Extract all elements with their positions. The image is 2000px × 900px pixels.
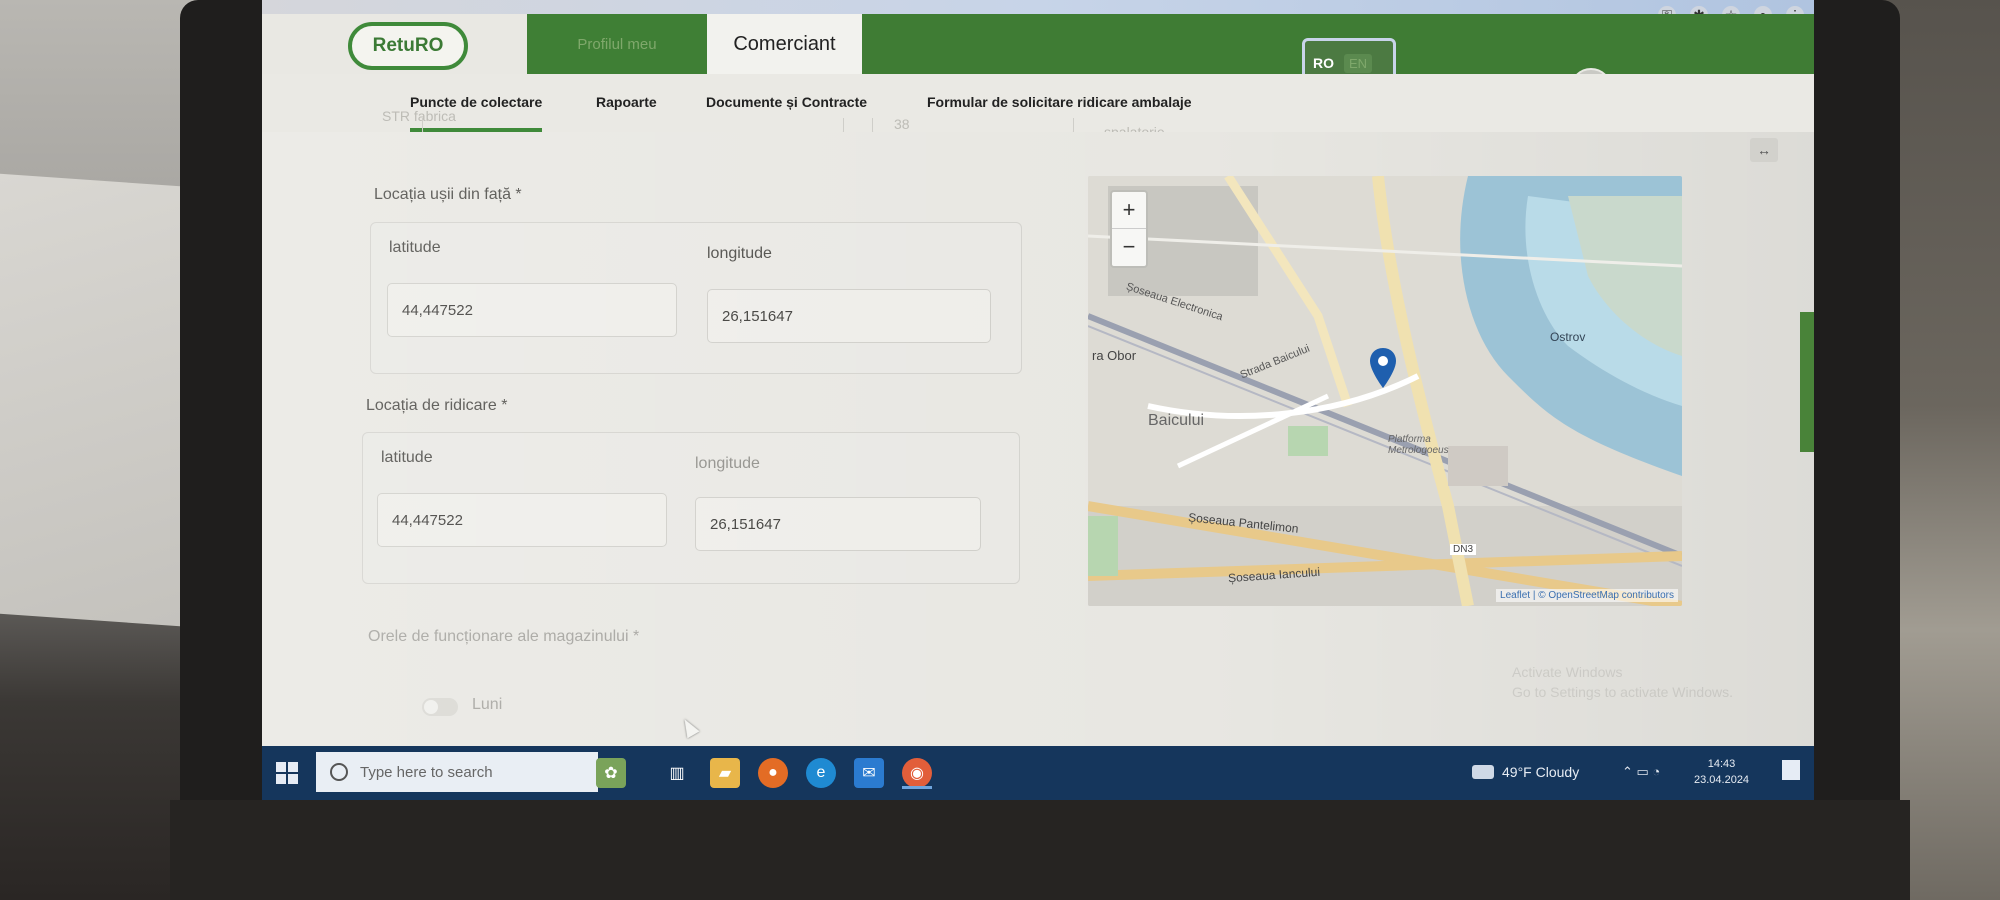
monitor-bezel-bottom [170,800,1910,900]
time: 14:43 [1707,758,1736,770]
map-marker-icon[interactable] [1370,348,1396,388]
screen: ⚿ ✱ ☆ ● ⋮ RetuRO Profilul meu Comerciant… [262,0,1814,800]
longitude-label: longitude [695,455,760,472]
mail-icon[interactable]: ✉ [854,758,884,788]
map-label: Platforma Metrologoeus [1388,434,1449,456]
language-ro[interactable]: RO [1313,55,1334,71]
clock[interactable]: 14:43 23.04.2024 [1694,756,1749,788]
zoom-in-button[interactable]: + [1112,192,1146,229]
app-header: RetuRO Profilul meu Comerciant RO EN PG [262,14,1814,110]
front-door-longitude-input[interactable]: 26,151647 [707,289,991,343]
photo-paper [0,173,180,627]
language-en[interactable]: EN [1344,53,1373,73]
map-label: DN3 [1450,544,1477,555]
windows-start-icon[interactable] [276,762,298,784]
task-view-icon[interactable]: ▥ [662,758,692,788]
map-label: Baicului [1148,412,1205,429]
map-tiles [1088,176,1682,606]
map-label: Ostrov [1550,330,1586,344]
cloud-icon [1472,765,1494,779]
pickup-latitude-input[interactable]: 44,447522 [377,493,667,547]
zoom-out-button[interactable]: − [1112,229,1146,265]
front-door-latitude-input[interactable]: 44,447522 [387,283,677,337]
monday-label: Luni [472,696,503,713]
weather-text: 49°F Cloudy [1502,764,1580,780]
tab-reports[interactable]: Rapoarte [596,94,657,110]
zoom-controls: + − [1110,190,1148,268]
latitude-label: latitude [381,449,433,466]
front-door-label: Locația ușii din față * [374,186,522,203]
tab-profile[interactable]: Profilul meu [527,14,707,74]
search-icon [330,763,348,781]
pickup-longitude-input[interactable]: 26,151647 [695,497,981,551]
tab-documents[interactable]: Documente și Contracte [706,94,867,110]
edge-icon[interactable]: e [806,758,836,788]
longitude-label: longitude [707,245,772,262]
firefox-icon[interactable]: ● [758,758,788,788]
chrome-icon[interactable]: ◉ [902,758,932,788]
pickup-card: latitude longitude 44,447522 26,151647 [362,432,1020,584]
active-app-indicator [902,786,932,789]
widgets-icon[interactable]: ✿ [596,758,626,788]
browser-toolbar: ⚿ ✱ ☆ ● ⋮ [262,0,1814,24]
opening-hours-label: Orele de funcționare ale magazinului * [368,628,640,645]
windows-taskbar: Type here to search ✿ ▥ ▰ ● e ✉ ◉ 49°F C… [262,746,1814,800]
taskbar-search[interactable]: Type here to search [316,752,598,792]
pickup-label: Locația de ridicare * [366,397,508,414]
map-attribution[interactable]: Leaflet | © OpenStreetMap contributors [1496,589,1678,602]
notification-icon[interactable] [1782,760,1800,780]
file-explorer-icon[interactable]: ▰ [710,758,740,788]
search-placeholder: Type here to search [360,763,493,781]
watermark-line: Activate Windows [1512,664,1623,680]
app-logo[interactable]: RetuRO [348,22,468,70]
date: 23.04.2024 [1694,774,1750,786]
map-label: ra Obor [1092,348,1137,363]
scroll-accent [1800,312,1814,452]
weather-widget[interactable]: 49°F Cloudy [1472,764,1579,780]
tab-pickup-request[interactable]: Formular de solicitare ridicare ambalaje [927,94,1192,110]
expand-button[interactable]: ↔ [1750,138,1778,162]
location-map[interactable]: + − Șoseaua Electronica ra Obor Strada B… [1088,176,1682,606]
latitude-label: latitude [389,239,441,256]
system-tray[interactable]: ⌃ ▭ ◔ [1622,764,1660,780]
monday-toggle[interactable] [422,698,458,716]
front-door-card: latitude longitude 44,447522 26,151647 [370,222,1022,374]
tab-merchant[interactable]: Comerciant [707,14,862,74]
activate-windows-watermark: Activate Windows Go to Settings to activ… [1512,662,1733,702]
mouse-cursor [678,715,700,739]
watermark-line: Go to Settings to activate Windows. [1512,684,1733,700]
